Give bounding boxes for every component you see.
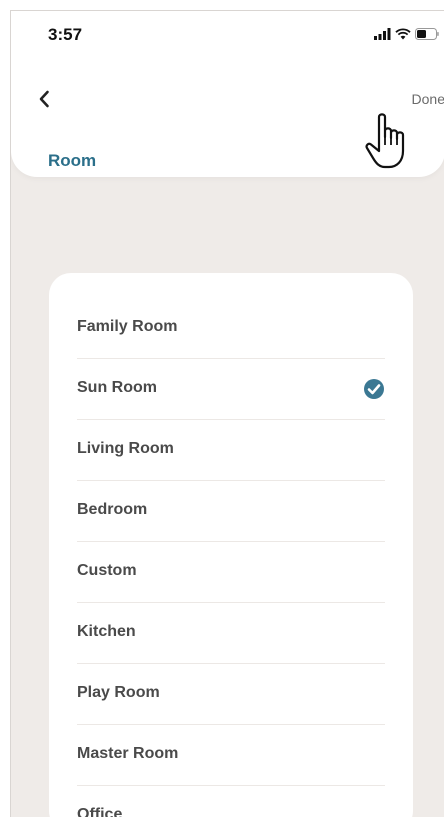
room-option-sun-room[interactable]: Sun Room [77, 358, 385, 420]
room-option-label: Custom [77, 562, 137, 579]
room-option-label: Sun Room [77, 379, 157, 396]
checkmark-circle-icon [364, 379, 384, 399]
room-option-label: Office [77, 806, 123, 817]
phone-screen: 3:57 Done Room Family Room Sun Room Livi… [10, 10, 444, 817]
back-button[interactable] [33, 87, 55, 111]
done-button[interactable]: Done [412, 91, 444, 107]
room-option-custom[interactable]: Custom [77, 541, 385, 603]
room-option-label: Kitchen [77, 623, 136, 640]
hand-pointer-icon [365, 113, 405, 169]
room-option-family-room[interactable]: Family Room [77, 297, 385, 359]
room-option-master-room[interactable]: Master Room [77, 724, 385, 786]
room-option-office[interactable]: Office [77, 785, 385, 817]
wifi-icon [395, 28, 411, 40]
signal-icon [374, 28, 391, 40]
battery-icon [415, 28, 439, 40]
room-option-play-room[interactable]: Play Room [77, 663, 385, 725]
status-time: 3:57 [48, 25, 83, 44]
room-option-label: Play Room [77, 684, 160, 701]
room-option-kitchen[interactable]: Kitchen [77, 602, 385, 664]
room-list: Family Room Sun Room Living Room Bedroom… [49, 273, 413, 817]
page-title: Room [48, 151, 97, 170]
room-option-bedroom[interactable]: Bedroom [77, 480, 385, 542]
room-option-label: Master Room [77, 745, 179, 762]
room-option-label: Living Room [77, 440, 174, 457]
status-icons [374, 28, 439, 40]
room-option-label: Bedroom [77, 501, 148, 518]
room-option-living-room[interactable]: Living Room [77, 419, 385, 481]
chevron-left-icon [39, 90, 49, 108]
room-option-label: Family Room [77, 318, 178, 335]
